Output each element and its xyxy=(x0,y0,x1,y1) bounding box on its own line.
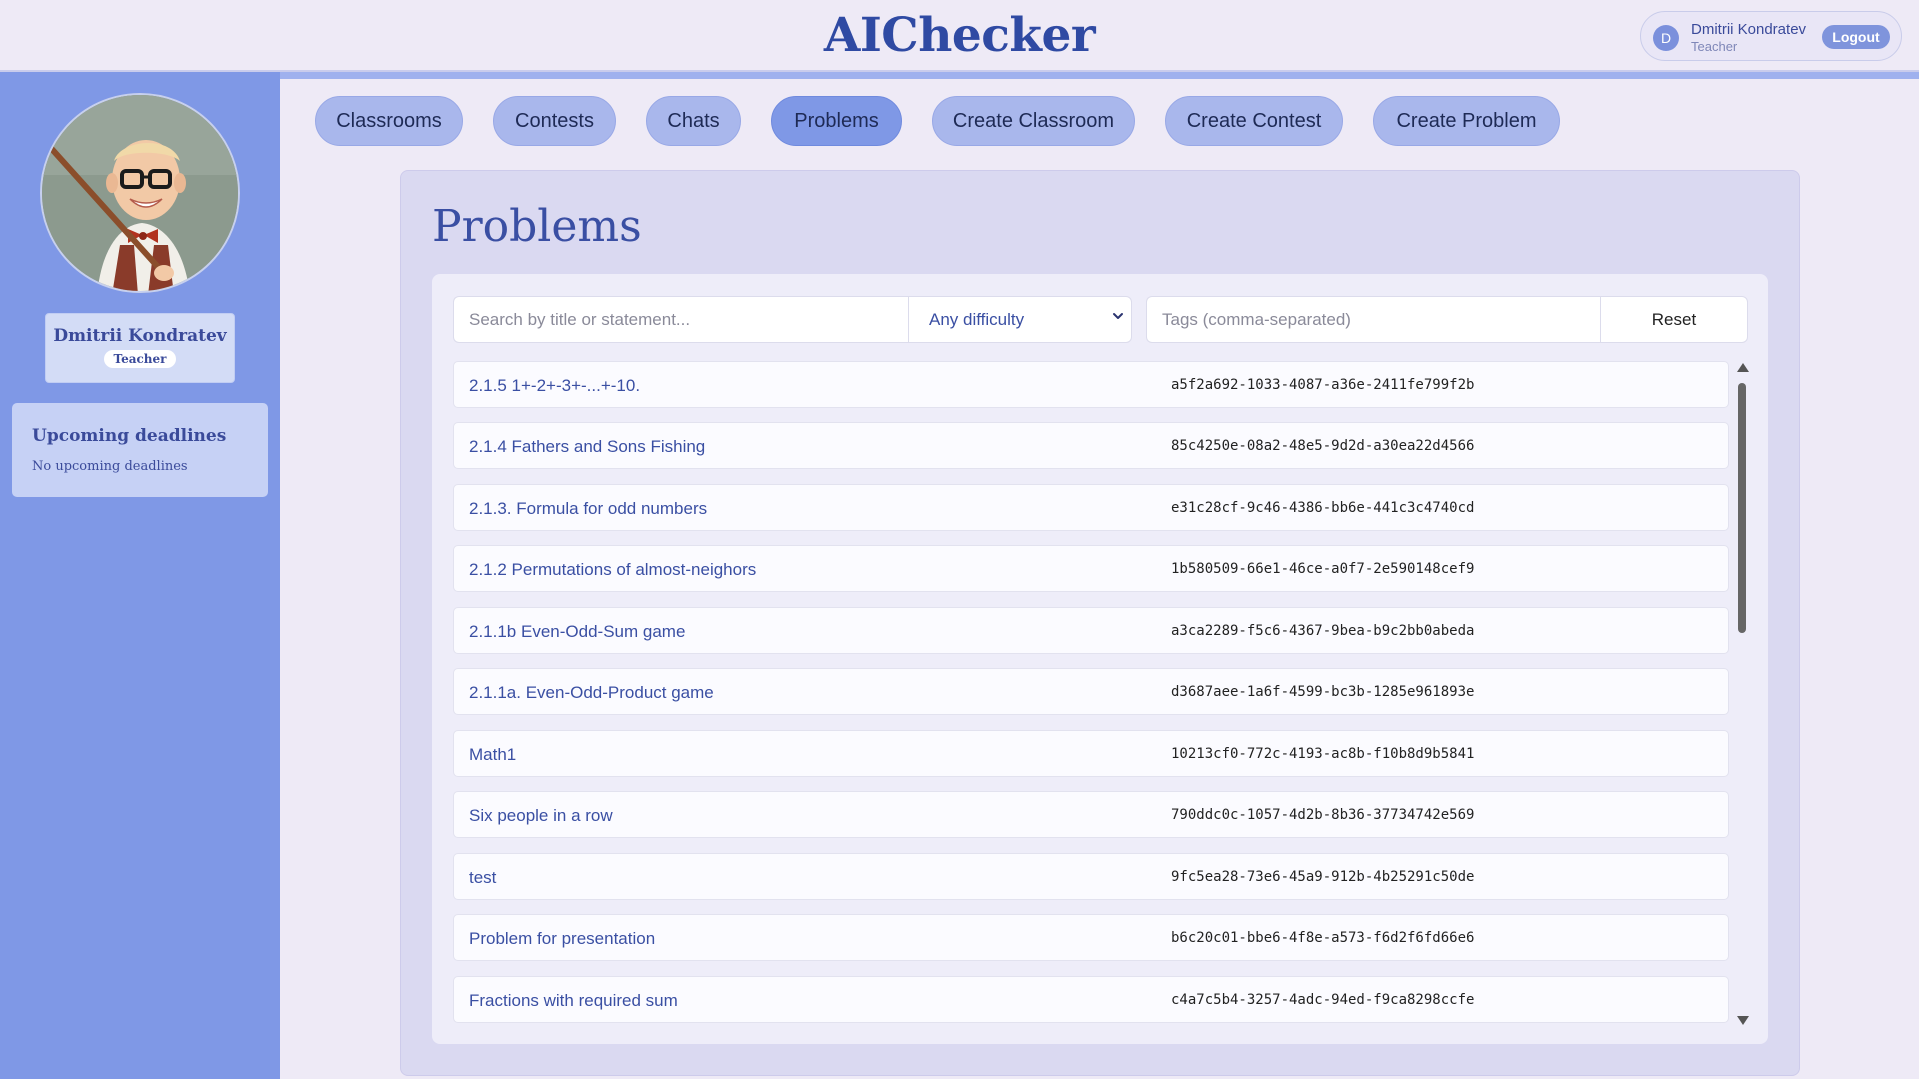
problems-card: Any difficulty Reset 2.1.5 1+-2+-3+-...+… xyxy=(432,274,1768,1044)
page-title: Problems xyxy=(432,201,642,252)
problems-panel: Problems Any difficulty Reset 2.1.5 1+-2… xyxy=(400,170,1800,1076)
problem-id: 10213cf0-772c-4193-ac8b-f10b8d9b5841 xyxy=(1171,746,1475,762)
problem-id: a5f2a692-1033-4087-a36e-2411fe799f2b xyxy=(1171,377,1475,393)
problem-row[interactable]: Math1 10213cf0-772c-4193-ac8b-f10b8d9b58… xyxy=(453,730,1729,777)
user-name: Dmitrii Kondratev xyxy=(1691,21,1807,38)
list-scrollbar[interactable] xyxy=(1735,361,1749,1027)
top-header: AIChecker D Dmitrii Kondratev Teacher Lo… xyxy=(0,0,1919,72)
problem-id: 9fc5ea28-73e6-45a9-912b-4b25291c50de xyxy=(1171,869,1475,885)
problem-id: 1b580509-66e1-46ce-a0f7-2e590148cef9 xyxy=(1171,561,1475,577)
reset-button[interactable]: Reset xyxy=(1600,296,1748,343)
user-role: Teacher xyxy=(1691,39,1738,54)
user-avatar: D xyxy=(1653,25,1679,51)
sidebar: Dmitrii Kondratev Teacher Upcoming deadl… xyxy=(0,72,280,1079)
difficulty-select[interactable]: Any difficulty xyxy=(908,296,1132,343)
problem-title[interactable]: Math1 xyxy=(469,745,516,765)
problem-row[interactable]: 2.1.4 Fathers and Sons Fishing 85c4250e-… xyxy=(453,422,1729,469)
problem-id: a3ca2289-f5c6-4367-9bea-b9c2bb0abeda xyxy=(1171,623,1475,639)
problem-title[interactable]: test xyxy=(469,868,496,888)
problem-title[interactable]: Six people in a row xyxy=(469,806,613,826)
problem-id: 85c4250e-08a2-48e5-9d2d-a30ea22d4566 xyxy=(1171,438,1475,454)
tags-input[interactable] xyxy=(1146,296,1600,343)
profile-photo xyxy=(40,93,240,293)
problem-row[interactable]: test 9fc5ea28-73e6-45a9-912b-4b25291c50d… xyxy=(453,853,1729,900)
problem-row[interactable]: 2.1.5 1+-2+-3+-...+-10. a5f2a692-1033-40… xyxy=(453,361,1729,408)
tab-create-classroom[interactable]: Create Classroom xyxy=(932,96,1135,146)
deadlines-title: Upcoming deadlines xyxy=(32,426,227,446)
search-input[interactable] xyxy=(453,296,908,343)
profile-photo-image xyxy=(42,95,238,291)
app-title: AIChecker xyxy=(823,8,1096,63)
tab-contests[interactable]: Contests xyxy=(493,96,616,146)
problem-id: 790ddc0c-1057-4d2b-8b36-37734742e569 xyxy=(1171,807,1475,823)
tab-create-contest[interactable]: Create Contest xyxy=(1165,96,1343,146)
problem-title[interactable]: 2.1.4 Fathers and Sons Fishing xyxy=(469,437,705,457)
problem-title[interactable]: Problem for presentation xyxy=(469,929,655,949)
scroll-down-arrow-icon[interactable] xyxy=(1737,1016,1749,1025)
problem-id: b6c20c01-bbe6-4f8e-a573-f6d2f6fd66e6 xyxy=(1171,930,1475,946)
tab-create-problem[interactable]: Create Problem xyxy=(1373,96,1560,146)
deadlines-card: Upcoming deadlines No upcoming deadlines xyxy=(12,403,268,497)
problem-row[interactable]: Six people in a row 790ddc0c-1057-4d2b-8… xyxy=(453,791,1729,838)
problem-id: e31c28cf-9c46-4386-bb6e-441c3c4740cd xyxy=(1171,500,1475,516)
problem-id: d3687aee-1a6f-4599-bc3b-1285e961893e xyxy=(1171,684,1475,700)
problem-title[interactable]: 2.1.5 1+-2+-3+-...+-10. xyxy=(469,376,640,396)
problem-row[interactable]: Problem for presentation b6c20c01-bbe6-4… xyxy=(453,914,1729,961)
user-pill: D Dmitrii Kondratev Teacher Logout xyxy=(1640,11,1902,61)
chevron-down-icon xyxy=(1113,313,1123,319)
tab-chats[interactable]: Chats xyxy=(646,96,741,146)
problem-id: c4a7c5b4-3257-4adc-94ed-f9ca8298ccfe xyxy=(1171,992,1475,1008)
problem-title[interactable]: Fractions with required sum xyxy=(469,991,678,1011)
role-badge: Teacher xyxy=(103,350,177,368)
problem-title[interactable]: 2.1.1a. Even-Odd-Product game xyxy=(469,683,714,703)
problem-row[interactable]: 2.1.2 Permutations of almost-neighors 1b… xyxy=(453,545,1729,592)
deadlines-empty-text: No upcoming deadlines xyxy=(32,459,188,474)
problem-row[interactable]: 2.1.1a. Even-Odd-Product game d3687aee-1… xyxy=(453,668,1729,715)
profile-name: Dmitrii Kondratev xyxy=(53,326,227,346)
problem-row[interactable]: Fractions with required sum c4a7c5b4-325… xyxy=(453,976,1729,1023)
problem-row[interactable]: 2.1.3. Formula for odd numbers e31c28cf-… xyxy=(453,484,1729,531)
tab-classrooms[interactable]: Classrooms xyxy=(315,96,463,146)
profile-card: Dmitrii Kondratev Teacher xyxy=(45,313,235,383)
logout-button[interactable]: Logout xyxy=(1822,25,1890,49)
difficulty-value: Any difficulty xyxy=(929,310,1025,329)
scroll-up-arrow-icon[interactable] xyxy=(1737,363,1749,372)
tab-problems[interactable]: Problems xyxy=(771,96,902,146)
problem-row[interactable]: 2.1.1b Even-Odd-Sum game a3ca2289-f5c6-4… xyxy=(453,607,1729,654)
problem-title[interactable]: 2.1.3. Formula for odd numbers xyxy=(469,499,707,519)
header-divider xyxy=(280,72,1919,79)
problem-list: 2.1.5 1+-2+-3+-...+-10. a5f2a692-1033-40… xyxy=(453,361,1729,1027)
problem-title[interactable]: 2.1.2 Permutations of almost-neighors xyxy=(469,560,756,580)
problem-title[interactable]: 2.1.1b Even-Odd-Sum game xyxy=(469,622,685,642)
scroll-thumb[interactable] xyxy=(1738,383,1746,633)
